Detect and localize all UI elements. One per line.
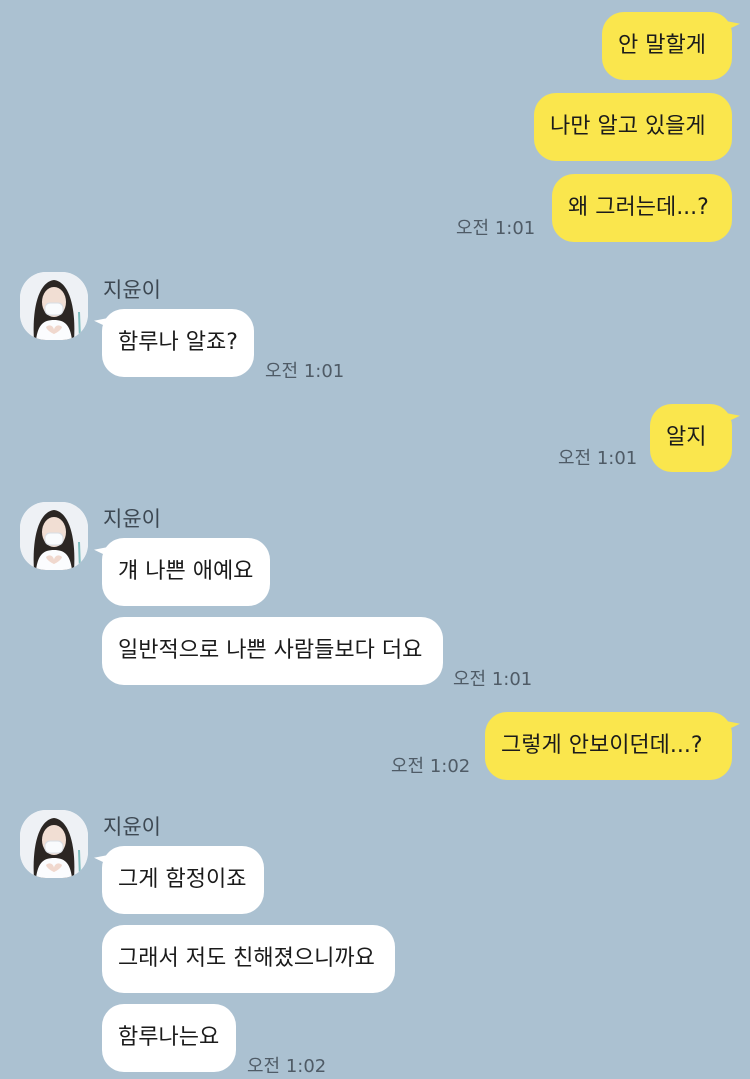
their-message-bubble[interactable]: 일반적으로 나쁜 사람들보다 더요 (102, 617, 443, 685)
their-message-bubble[interactable]: 함루나는요 (102, 1004, 236, 1072)
contact-avatar[interactable] (20, 272, 88, 340)
my-message-bubble[interactable]: 안 말할게 (602, 12, 732, 80)
my-message-bubble[interactable]: 나만 알고 있을게 (534, 93, 732, 161)
their-message-bubble[interactable]: 그게 함정이죠 (102, 846, 264, 914)
profile-photo-icon (20, 272, 88, 340)
sender-name: 지윤이 (103, 507, 161, 531)
contact-avatar[interactable] (20, 502, 88, 570)
my-message-bubble[interactable]: 알지 (650, 404, 732, 472)
sender-name: 지윤이 (103, 278, 161, 302)
their-message-bubble[interactable]: 그래서 저도 친해졌으니까요 (102, 925, 395, 993)
chat-room[interactable]: 안 말할게 나만 알고 있을게 왜 그러는데...? 오전 1:01 지윤이 함… (0, 0, 750, 1079)
contact-avatar[interactable] (20, 810, 88, 878)
message-timestamp: 오전 1:01 (558, 448, 638, 469)
message-timestamp: 오전 1:02 (247, 1056, 327, 1077)
profile-photo-icon (20, 810, 88, 878)
my-message-bubble[interactable]: 왜 그러는데...? (552, 174, 732, 242)
my-message-bubble[interactable]: 그렇게 안보이던데...? (485, 712, 732, 780)
message-timestamp: 오전 1:01 (265, 361, 345, 382)
their-message-bubble[interactable]: 걔 나쁜 애예요 (102, 538, 270, 606)
profile-photo-icon (20, 502, 88, 570)
message-timestamp: 오전 1:01 (453, 669, 533, 690)
message-timestamp: 오전 1:01 (456, 218, 536, 239)
message-timestamp: 오전 1:02 (391, 756, 471, 777)
sender-name: 지윤이 (103, 815, 161, 839)
their-message-bubble[interactable]: 함루나 알죠? (102, 309, 254, 377)
